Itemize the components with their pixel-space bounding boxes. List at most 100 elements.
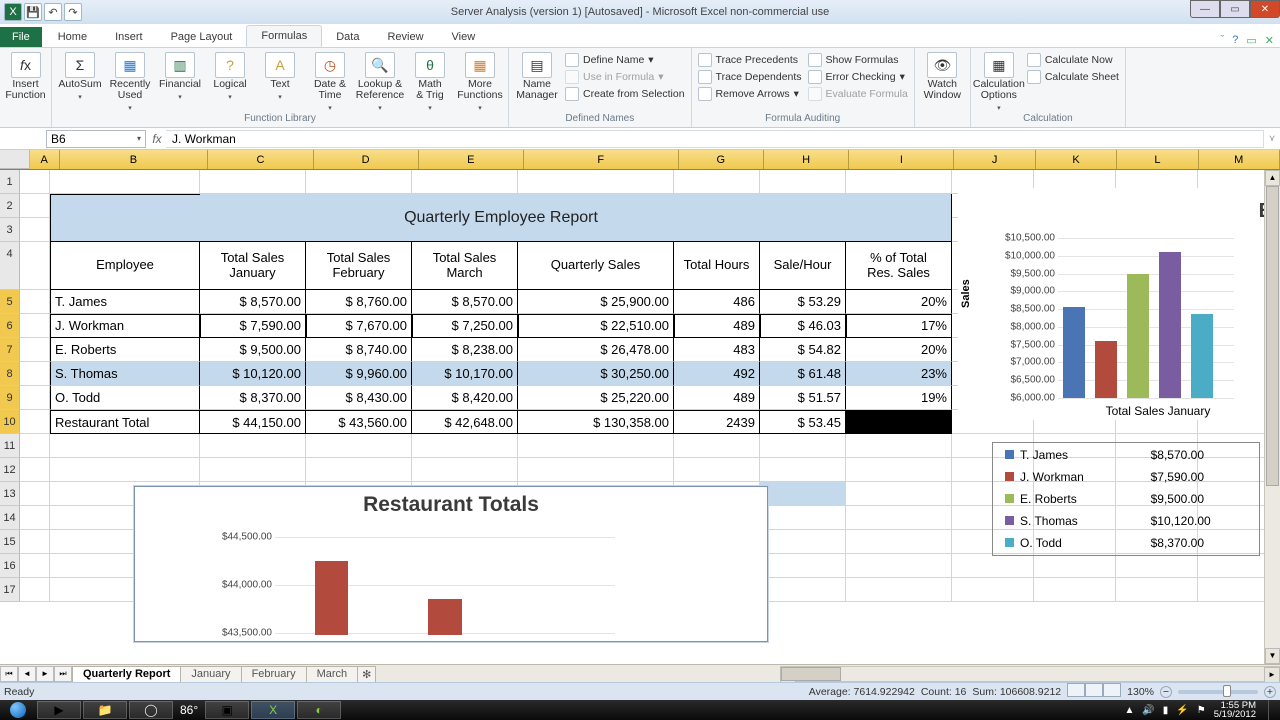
cell-E1[interactable] <box>412 170 518 194</box>
column-header-C[interactable]: C <box>208 150 313 169</box>
error-checking-button[interactable]: Error Checking ▾ <box>806 69 910 85</box>
cell-H16[interactable] <box>760 554 846 578</box>
cell-E12[interactable] <box>412 458 518 482</box>
column-header-D[interactable]: D <box>314 150 419 169</box>
cell-C5[interactable]: $ 8,570.00 <box>200 290 306 314</box>
cell-E5[interactable]: $ 8,570.00 <box>412 290 518 314</box>
row-header-1[interactable]: 1 <box>0 170 20 194</box>
column-header-A[interactable]: A <box>30 150 60 169</box>
recently-used-button[interactable]: ▦Recently Used <box>106 50 154 113</box>
cell-I12[interactable] <box>846 458 952 482</box>
more-functions-button[interactable]: ▦More Functions <box>456 50 504 113</box>
cell-B8[interactable]: S. Thomas <box>50 362 200 386</box>
tab-view[interactable]: View <box>438 27 490 47</box>
sheet-nav-first-icon[interactable]: ⏮ <box>0 666 18 682</box>
sheet-nav-prev-icon[interactable]: ◄ <box>18 666 36 682</box>
logical-button[interactable]: ?Logical <box>206 50 254 102</box>
cell-C11[interactable] <box>200 434 306 458</box>
cell-A3[interactable] <box>20 218 50 242</box>
lookup-button[interactable]: 🔍Lookup & Reference <box>356 50 404 113</box>
cell-G9[interactable]: 489 <box>674 386 760 410</box>
cell-C8[interactable]: $ 10,120.00 <box>200 362 306 386</box>
cell-A4[interactable] <box>20 242 50 290</box>
row-header-8[interactable]: 8 <box>0 362 20 386</box>
date-time-button[interactable]: ◷Date & Time <box>306 50 354 113</box>
cell-D6[interactable]: $ 7,670.00 <box>306 314 412 338</box>
cell-B10[interactable]: Restaurant Total <box>50 410 200 434</box>
cell-A14[interactable] <box>20 506 50 530</box>
taskbar-media-player[interactable]: ▶ <box>37 701 81 719</box>
cell-E8[interactable]: $ 10,170.00 <box>412 362 518 386</box>
tab-review[interactable]: Review <box>373 27 437 47</box>
watch-window-button[interactable]: 👁Watch Window <box>919 50 966 101</box>
cell-F4[interactable]: Quarterly Sales <box>518 242 674 290</box>
cell-C4[interactable]: Total SalesJanuary <box>200 242 306 290</box>
cell-H4[interactable]: Sale/Hour <box>760 242 846 290</box>
cell-E6[interactable]: $ 7,250.00 <box>412 314 518 338</box>
remove-arrows-button[interactable]: Remove Arrows ▾ <box>696 86 804 102</box>
column-header-B[interactable]: B <box>60 150 209 169</box>
cell-H13[interactable] <box>760 482 846 506</box>
calculate-sheet-button[interactable]: Calculate Sheet <box>1025 69 1121 85</box>
cell-J17[interactable] <box>952 578 1034 602</box>
cell-H1[interactable] <box>760 170 846 194</box>
cell-H7[interactable]: $ 54.82 <box>760 338 846 362</box>
zoom-level[interactable]: 130% <box>1127 686 1154 698</box>
cell-B12[interactable] <box>50 458 200 482</box>
cell-A5[interactable] <box>20 290 50 314</box>
column-headers[interactable]: ABCDEFGHIJKLM <box>0 150 1280 170</box>
cell-D5[interactable]: $ 8,760.00 <box>306 290 412 314</box>
cell-H15[interactable] <box>760 530 846 554</box>
row-header-5[interactable]: 5 <box>0 290 20 314</box>
cell-F11[interactable] <box>518 434 674 458</box>
cell-H17[interactable] <box>760 578 846 602</box>
cell-C10[interactable]: $ 44,150.00 <box>200 410 306 434</box>
cell-H5[interactable]: $ 53.29 <box>760 290 846 314</box>
financial-button[interactable]: ▥Financial <box>156 50 204 102</box>
sheet-nav-next-icon[interactable]: ► <box>36 666 54 682</box>
column-header-K[interactable]: K <box>1036 150 1117 169</box>
row-header-9[interactable]: 9 <box>0 386 20 410</box>
cell-C12[interactable] <box>200 458 306 482</box>
cell-E7[interactable]: $ 8,238.00 <box>412 338 518 362</box>
cell-A7[interactable] <box>20 338 50 362</box>
cell-K17[interactable] <box>1034 578 1116 602</box>
cell-F6[interactable]: $ 22,510.00 <box>518 314 674 338</box>
column-header-I[interactable]: I <box>849 150 954 169</box>
cell-H12[interactable] <box>760 458 846 482</box>
cell-G5[interactable]: 486 <box>674 290 760 314</box>
zoom-in-icon[interactable]: + <box>1264 686 1276 698</box>
cell-D9[interactable]: $ 8,430.00 <box>306 386 412 410</box>
tab-insert[interactable]: Insert <box>101 27 157 47</box>
tab-formulas[interactable]: Formulas <box>246 25 322 47</box>
maximize-button[interactable]: ▭ <box>1220 0 1250 18</box>
row-header-17[interactable]: 17 <box>0 578 20 602</box>
cell-H10[interactable]: $ 53.45 <box>760 410 846 434</box>
cell-I1[interactable] <box>846 170 952 194</box>
cell-I8[interactable]: 23% <box>846 362 952 386</box>
taskbar-excel[interactable]: X <box>251 701 295 719</box>
system-tray[interactable]: ▲ 🔊 ▮ ⚡ ⚑ 1:55 PM5/19/2012 <box>1124 700 1280 720</box>
cell-I16[interactable] <box>846 554 952 578</box>
show-desktop-button[interactable] <box>1268 700 1276 720</box>
cell-D10[interactable]: $ 43,560.00 <box>306 410 412 434</box>
cell-F9[interactable]: $ 25,220.00 <box>518 386 674 410</box>
cell-I10[interactable] <box>846 410 952 434</box>
cell-F7[interactable]: $ 26,478.00 <box>518 338 674 362</box>
cell-E11[interactable] <box>412 434 518 458</box>
text-button[interactable]: AText <box>256 50 304 102</box>
cell-I6[interactable]: 17% <box>846 314 952 338</box>
cell-D8[interactable]: $ 9,960.00 <box>306 362 412 386</box>
row-header-16[interactable]: 16 <box>0 554 20 578</box>
column-header-G[interactable]: G <box>679 150 764 169</box>
cell-H8[interactable]: $ 61.48 <box>760 362 846 386</box>
sheet-tab-march[interactable]: March <box>306 666 359 682</box>
minimize-ribbon-icon[interactable]: ˇ <box>1221 34 1225 47</box>
formula-input[interactable]: J. Workman <box>166 130 1264 148</box>
cell-G4[interactable]: Total Hours <box>674 242 760 290</box>
cell-G6[interactable]: 489 <box>674 314 760 338</box>
cell-A17[interactable] <box>20 578 50 602</box>
math-trig-button[interactable]: θMath & Trig <box>406 50 454 113</box>
tab-file[interactable]: File <box>0 27 42 47</box>
window-close-icon[interactable]: ✕ <box>1265 34 1274 47</box>
